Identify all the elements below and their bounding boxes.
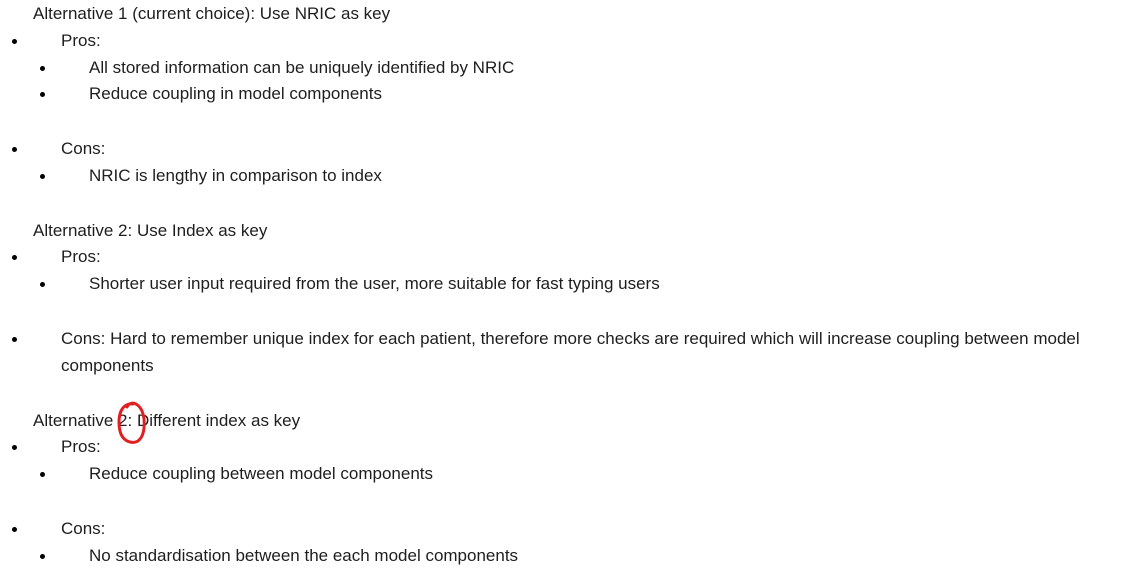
document-page: Alternative 1 (current choice): Use NRIC…	[0, 0, 1122, 581]
section-2-title: Alternative 2: Use Index as key	[33, 221, 268, 240]
section-3-pros-label: Pros:	[61, 437, 101, 456]
bullet-icon	[12, 445, 17, 450]
section-3-title: Alternative 2: Different index as key	[33, 411, 300, 431]
bullet-icon	[40, 92, 45, 97]
section-3-con-item: No standardisation between the each mode…	[89, 546, 519, 565]
section-2-pro-item: Shorter user input required from the use…	[89, 274, 660, 293]
section-2-pros-label: Pros:	[61, 247, 101, 266]
bullet-icon	[40, 472, 45, 477]
section-3-title-prefix: Alternative	[33, 411, 119, 430]
section-3-pro-item: Reduce coupling between model components	[89, 464, 434, 483]
bullet-icon	[12, 147, 17, 152]
bullet-icon	[12, 337, 17, 342]
section-1-cons-label: Cons:	[61, 139, 106, 158]
bullet-icon	[40, 554, 45, 559]
bullet-icon	[40, 66, 45, 71]
section-3-title-suffix: Different index as key	[132, 411, 301, 430]
section-1-pro-item: All stored information can be uniquely i…	[89, 58, 515, 77]
bullet-icon	[12, 255, 17, 260]
section-1-con-item: NRIC is lengthy in comparison to index	[89, 166, 382, 185]
bullet-icon	[12, 39, 17, 44]
section-1-pro-item: Reduce coupling in model components	[89, 84, 382, 103]
section-1-pros-label: Pros:	[61, 31, 101, 50]
section-3-title-number: 2:	[118, 411, 133, 430]
bullet-icon	[40, 174, 45, 179]
bullet-icon	[40, 282, 45, 287]
section-2-cons-text: Cons: Hard to remember unique index for …	[61, 329, 1080, 375]
bullet-icon	[12, 527, 17, 532]
section-1-title: Alternative 1 (current choice): Use NRIC…	[33, 4, 391, 23]
section-3-cons-label: Cons:	[61, 519, 106, 538]
